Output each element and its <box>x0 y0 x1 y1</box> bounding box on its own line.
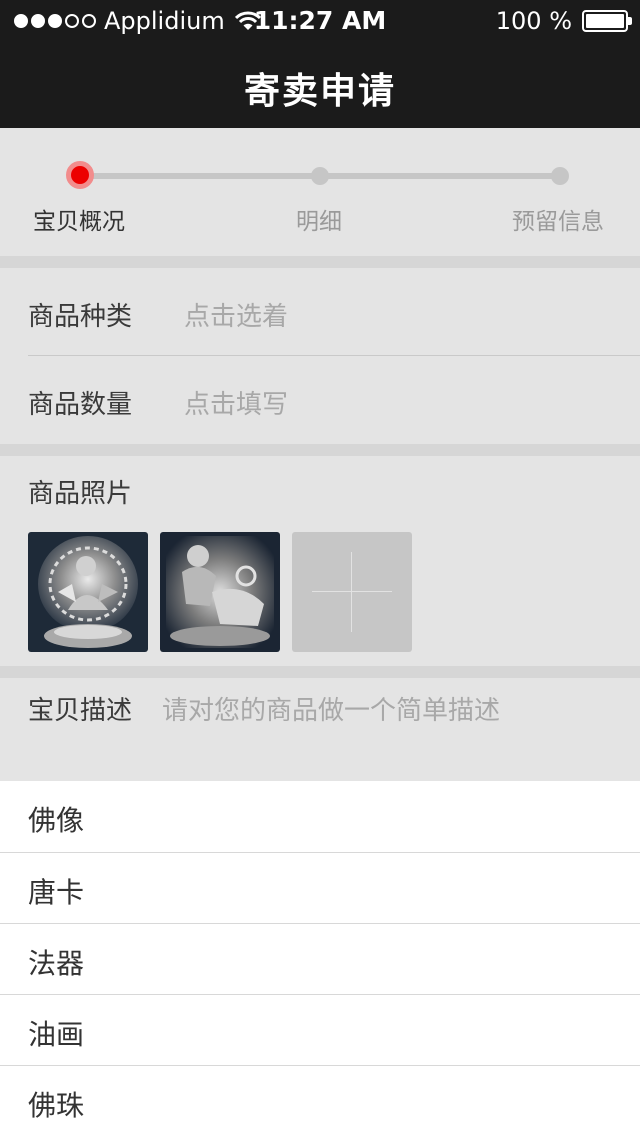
description-row[interactable]: 宝贝描述 请对您的商品做一个简单描述 <box>0 678 640 781</box>
description-input[interactable]: 请对您的商品做一个简单描述 <box>162 690 500 727</box>
list-item[interactable]: 法器 <box>0 923 640 994</box>
nav-bar: 寄卖申请 <box>0 40 640 128</box>
status-bar: Applidium 11:27 AM 100 % <box>0 0 640 40</box>
battery-percent: 100 % <box>495 7 572 35</box>
section-divider <box>0 444 640 456</box>
step-node-1 <box>66 161 94 189</box>
list-item[interactable]: 油画 <box>0 994 640 1065</box>
list-item[interactable]: 佛像 <box>0 781 640 852</box>
category-row[interactable]: 商品种类 点击选着 <box>0 268 640 356</box>
step-label-2: 明细 <box>296 209 342 235</box>
category-select[interactable]: 点击选着 <box>184 296 288 333</box>
list-item-label: 法器 <box>28 947 85 980</box>
photos-label: 商品照片 <box>28 479 133 509</box>
page-title: 寄卖申请 <box>243 71 396 112</box>
description-label: 宝贝描述 <box>28 696 133 726</box>
battery-icon <box>582 10 632 32</box>
status-right: 100 % <box>495 7 632 35</box>
photo-thumbnail[interactable] <box>160 532 280 652</box>
photo-thumbnail[interactable] <box>28 532 148 652</box>
list-item-label: 唐卡 <box>28 876 85 909</box>
plus-icon <box>351 552 352 632</box>
plus-icon <box>312 591 392 592</box>
list-item-label: 油画 <box>28 1018 85 1051</box>
step-node-3 <box>551 167 569 185</box>
quantity-row[interactable]: 商品数量 点击填写 <box>0 356 640 444</box>
category-label: 商品种类 <box>28 302 133 332</box>
section-divider <box>0 666 640 678</box>
add-photo-button[interactable] <box>292 532 412 652</box>
step-label-3: 预留信息 <box>512 209 604 235</box>
section-divider <box>0 256 640 268</box>
list-item-label: 佛珠 <box>28 1089 85 1122</box>
list-item-label: 佛像 <box>28 804 85 837</box>
list-item[interactable]: 唐卡 <box>0 852 640 923</box>
list-item[interactable]: 佛珠 <box>0 1065 640 1136</box>
stepper-track <box>320 173 560 179</box>
category-picker-list: 佛像 唐卡 法器 油画 佛珠 <box>0 781 640 1136</box>
step-label-1: 宝贝概况 <box>33 209 125 235</box>
quantity-input[interactable]: 点击填写 <box>184 384 288 421</box>
step-node-2 <box>311 167 329 185</box>
quantity-label: 商品数量 <box>28 390 133 420</box>
stepper-track <box>80 173 320 179</box>
progress-stepper: 宝贝概况 明细 预留信息 <box>0 128 640 256</box>
